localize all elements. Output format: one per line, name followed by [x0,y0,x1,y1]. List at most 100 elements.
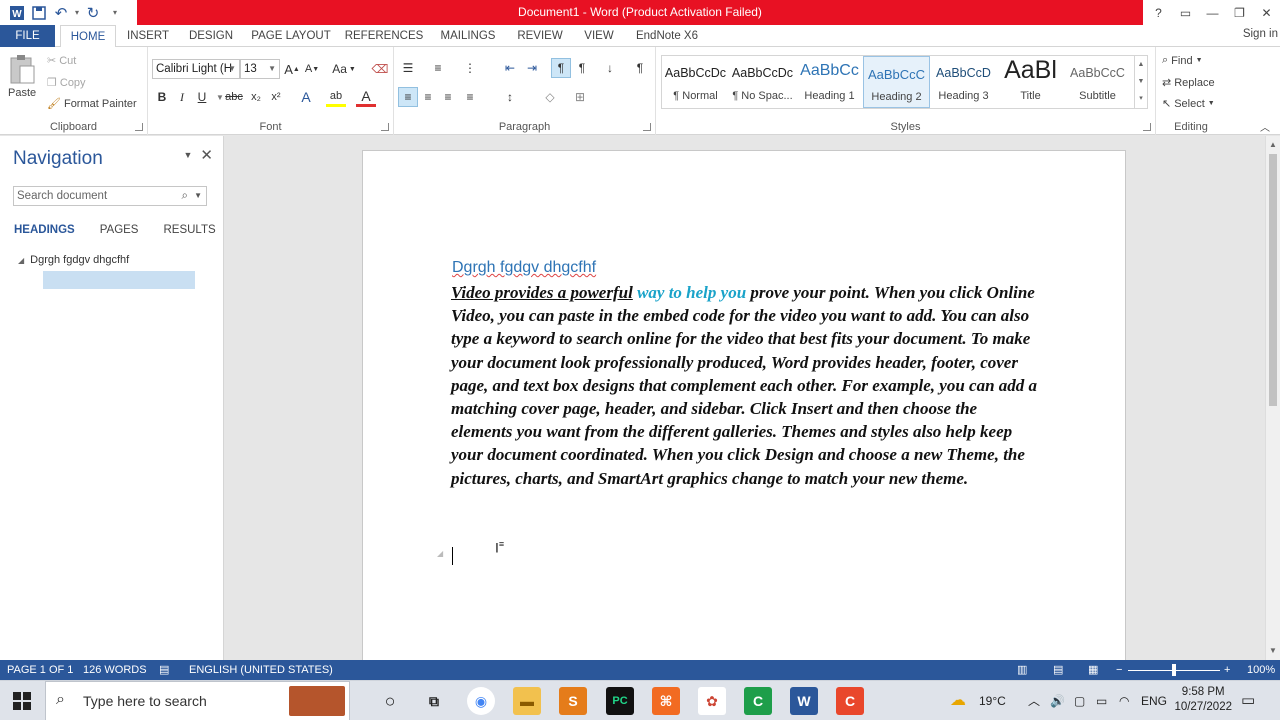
redo-icon[interactable]: ↻ [82,2,104,24]
camtasia-recorder-icon[interactable]: C [836,687,864,715]
styles-launcher-icon[interactable] [1143,123,1151,131]
cortana-icon[interactable]: ○ [376,687,404,715]
shrink-font-button[interactable]: A ▼ [302,59,322,79]
windows-start-icon[interactable] [8,687,36,715]
collapse-ribbon-icon[interactable]: ︿ [1260,119,1270,134]
clear-formatting-icon[interactable]: ⌫ [370,59,390,79]
file-explorer-icon[interactable]: ▬ [513,687,541,715]
paste-button[interactable]: Paste [8,53,36,99]
close-icon[interactable]: ✕ [1253,0,1280,25]
search-icon[interactable]: ⌕ [182,187,188,205]
chevron-up-icon[interactable]: ▲ [1135,56,1147,73]
line-spacing-icon[interactable]: ↕ [500,87,520,107]
align-left-icon[interactable]: ≡ [398,87,418,107]
document-heading[interactable]: Dgrgh fgdgv dhgcfhf [452,259,596,277]
ribbon-display-options-icon[interactable]: ▭ [1172,0,1199,25]
chevron-down-icon[interactable]: ▼ [184,150,193,162]
font-color-button[interactable]: A [356,87,376,107]
customize-qat-icon[interactable]: ▾ [104,2,126,24]
zoom-level[interactable]: 100% [1247,660,1275,680]
minimize-icon[interactable]: — [1199,0,1226,25]
chevron-down-icon[interactable]: ▼ [1135,73,1147,90]
document-page[interactable]: Dgrgh fgdgv dhgcfhf Video provides a pow… [362,150,1126,670]
zoom-in-icon[interactable]: + [1224,660,1230,680]
pycharm-icon[interactable]: PC [606,687,634,715]
weather-icon[interactable]: ☁ [950,681,966,720]
numbering-icon[interactable]: ≡ [428,58,448,78]
vertical-scrollbar[interactable]: ▲ ▼ [1265,136,1280,660]
scroll-up-icon[interactable]: ▲ [1266,138,1280,152]
web-layout-icon[interactable]: ▦ [1088,660,1098,680]
cut-button[interactable]: ✂ Cut [47,54,76,68]
temperature[interactable]: 19°C [979,681,1006,720]
font-name-combo[interactable]: Calibri Light (H ▼ [152,59,240,79]
undo-icon[interactable]: ↶ [50,2,72,24]
paragraph-launcher-icon[interactable] [643,123,651,131]
sublime-text-icon[interactable]: S [559,687,587,715]
find-button[interactable]: ⌕ Find ▼ [1162,54,1203,67]
italic-button[interactable]: I [172,87,192,107]
more-styles-icon[interactable]: ▾ [1135,90,1147,107]
close-icon[interactable]: ✕ [200,148,213,163]
copy-button[interactable]: ❐ Copy [47,76,86,90]
clipboard-launcher-icon[interactable] [135,123,143,131]
tab-insert[interactable]: INSERT [122,25,174,47]
tab-review[interactable]: REVIEW [512,25,568,47]
notifications-icon[interactable]: ▭ [1241,681,1255,720]
word-taskbar-icon[interactable]: W [790,687,818,715]
superscript-button[interactable]: x² [266,87,286,107]
bullets-icon[interactable]: ☰ [398,58,418,78]
save-icon[interactable] [28,2,50,24]
style-heading-1[interactable]: AaBbCc Heading 1 [796,56,863,108]
proofing-icon[interactable]: ▤ [159,660,169,680]
align-center-icon[interactable]: ≡ [418,87,438,107]
strikethrough-button[interactable]: abc [224,87,244,107]
battery-icon[interactable]: ▭ [1096,681,1107,720]
sort-icon[interactable]: ↓ [600,58,620,78]
tab-file[interactable]: FILE [0,25,55,47]
read-mode-icon[interactable]: ▥ [1017,660,1027,680]
scroll-thumb[interactable] [1269,154,1277,406]
select-button[interactable]: ↖ Select ▼ [1162,97,1215,111]
format-painter-button[interactable]: 🖌 Format Painter [47,97,137,111]
tab-view[interactable]: VIEW [578,25,620,47]
language-indicator[interactable]: ENGLISH (UNITED STATES) [189,660,333,680]
tab-home[interactable]: HOME [60,25,116,48]
tab-headings[interactable]: HEADINGS [14,224,75,236]
tab-references[interactable]: REFERENCES [344,25,424,47]
scroll-down-icon[interactable]: ▼ [1266,644,1280,658]
style-no-spacing[interactable]: AaBbCcDc ¶ No Spac... [729,56,796,108]
decrease-indent-icon[interactable]: ⇤ [500,58,520,78]
chrome-icon[interactable]: ◉ [467,687,495,715]
codeblocks-icon[interactable]: ⌘ [652,687,680,715]
style-heading-2[interactable]: AaBbCcC Heading 2 [863,56,930,108]
zoom-slider-thumb[interactable] [1172,664,1176,676]
undo-dropdown-icon[interactable]: ▾ [72,2,82,24]
nav-heading-item[interactable]: ◢ Dgrgh fgdgv dhgcfhf [18,254,129,266]
page-count[interactable]: PAGE 1 OF 1 [7,660,73,680]
increase-indent-icon[interactable]: ⇥ [522,58,542,78]
font-size-combo[interactable]: 13 ▼ [240,59,280,79]
align-right-icon[interactable]: ≡ [438,87,458,107]
ltr-icon[interactable]: ¶ [551,58,571,78]
word-count[interactable]: 126 WORDS [83,660,147,680]
app-icon[interactable]: ✿ [698,687,726,715]
font-launcher-icon[interactable] [381,123,389,131]
tab-results[interactable]: RESULTS [163,224,215,236]
change-case-button[interactable]: Aa ▼ [330,59,358,79]
chevron-up-icon[interactable]: ︿ [1028,681,1040,720]
replace-button[interactable]: ⇄ Replace [1162,76,1215,90]
style-normal[interactable]: AaBbCcDc ¶ Normal [662,56,729,108]
subscript-button[interactable]: x₂ [246,87,266,107]
tab-pages[interactable]: PAGES [100,224,139,236]
restore-icon[interactable]: ❐ [1226,0,1253,25]
rtl-icon[interactable]: ¶ [572,58,592,78]
device-icon[interactable]: ▢ [1074,681,1085,720]
taskbar-search-box[interactable]: ⌕ Type here to search [45,681,350,720]
shading-icon[interactable]: ◇ [540,87,560,107]
justify-icon[interactable]: ≡ [460,87,480,107]
tab-endnote[interactable]: EndNote X6 [630,25,704,47]
show-formatting-icon[interactable]: ¶ [630,58,650,78]
multilevel-list-icon[interactable]: ⋮ [460,58,480,78]
input-language[interactable]: ENG [1141,681,1167,720]
